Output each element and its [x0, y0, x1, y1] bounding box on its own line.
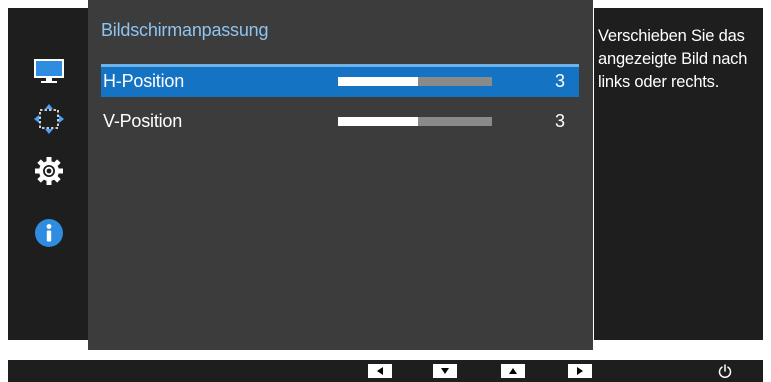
up-arrow-icon[interactable]	[501, 364, 525, 378]
menu-panel: Bildschirmanpassung H-Position 3 V-Posit…	[88, 0, 593, 350]
menu-item-h-position[interactable]: H-Position 3	[101, 64, 579, 97]
menu-item-v-position[interactable]: V-Position 3	[101, 104, 579, 137]
menu-title: Bildschirmanpassung	[101, 20, 269, 40]
info-icon[interactable]	[32, 216, 66, 250]
menu-item-label: V-Position	[103, 111, 183, 131]
menu-item-label: H-Position	[103, 71, 185, 91]
osd-screen: Bildschirmanpassung H-Position 3 V-Posit…	[0, 0, 771, 382]
settings-gear-icon[interactable]	[32, 154, 66, 188]
help-text: Verschieben Sie das angezeigte Bild nach…	[598, 27, 748, 91]
help-panel: Verschieben Sie das angezeigte Bild nach…	[594, 8, 763, 340]
slider-fill	[338, 117, 419, 126]
power-icon[interactable]	[717, 363, 733, 379]
category-sidebar	[8, 8, 88, 340]
menu-item-value: 3	[554, 111, 565, 131]
right-arrow-icon[interactable]	[568, 364, 592, 378]
monitor-icon[interactable]	[32, 54, 66, 88]
down-arrow-icon[interactable]	[433, 364, 457, 378]
v-position-slider[interactable]	[338, 117, 492, 126]
left-arrow-icon[interactable]	[368, 364, 392, 378]
h-position-slider[interactable]	[338, 77, 492, 86]
slider-fill	[338, 77, 419, 86]
control-bar	[8, 360, 763, 382]
menu-item-value: 3	[554, 71, 565, 91]
move-arrows-icon[interactable]	[32, 102, 66, 136]
